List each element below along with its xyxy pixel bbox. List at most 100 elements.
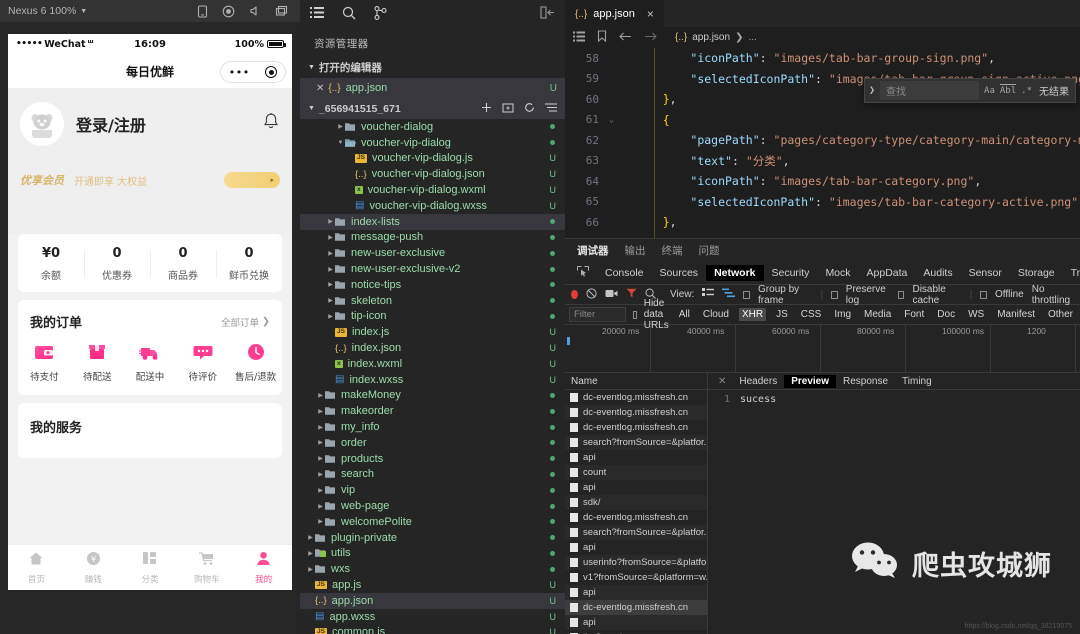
devtools-tab[interactable]: Network: [706, 265, 764, 281]
group-by-frame-checkbox[interactable]: [743, 290, 751, 299]
request-row[interactable]: userinfo?fromSource=&platfo.: [565, 555, 707, 570]
chevron-right-icon[interactable]: ▶: [306, 566, 315, 573]
chevron-right-icon[interactable]: ▶: [316, 518, 325, 525]
chevron-right-icon[interactable]: ▶: [316, 392, 325, 399]
breadcrumb-trail[interactable]: ...: [748, 32, 756, 43]
request-row[interactable]: dc-eventlog.missfresh.cn: [565, 420, 707, 435]
tree-item[interactable]: ▶ welcomePolite: [300, 514, 565, 530]
request-row[interactable]: api: [565, 450, 707, 465]
outline-icon[interactable]: [573, 31, 585, 45]
request-row[interactable]: api: [565, 585, 707, 600]
record-icon[interactable]: [222, 5, 235, 18]
tree-item[interactable]: ▶ notice-tips: [300, 277, 565, 293]
hide-data-urls-checkbox[interactable]: [633, 310, 637, 319]
code-line[interactable]: 62 "pagePath": "pages/category-type/cate…: [565, 130, 1080, 151]
devtools-tab[interactable]: Sensor: [961, 265, 1010, 281]
chevron-right-icon[interactable]: ▶: [306, 550, 315, 557]
tree-item[interactable]: ▶ message-push: [300, 230, 565, 246]
tree-item[interactable]: ▶ vip: [300, 482, 565, 498]
collapse-all-icon[interactable]: [545, 102, 557, 116]
tree-item[interactable]: ▶ makeorder: [300, 403, 565, 419]
preserve-log-checkbox[interactable]: [831, 290, 838, 299]
request-row[interactable]: api: [565, 540, 707, 555]
resource-type-filter[interactable]: Img: [831, 308, 854, 321]
vip-banner[interactable]: 优享会员 开通即享 大权益 ▸: [20, 172, 280, 188]
resource-type-filter[interactable]: CSS: [798, 308, 825, 321]
open-editors-section[interactable]: ▼ 打开的编辑器: [300, 57, 565, 78]
tree-item[interactable]: ▼ voucher-vip-dialog: [300, 135, 565, 151]
tree-item[interactable]: ▶ skeleton: [300, 293, 565, 309]
stat-item[interactable]: ¥0 余额: [18, 246, 84, 282]
debug-panel-tab[interactable]: 调试器: [577, 243, 609, 258]
chevron-right-icon[interactable]: ▶: [306, 534, 315, 541]
tabbar-item-earn[interactable]: ¥ 赚钱: [65, 545, 122, 590]
tree-item[interactable]: ▤ voucher-vip-dialog.wxss U: [300, 198, 565, 214]
tree-item[interactable]: JS app.js U: [300, 577, 565, 593]
tree-item[interactable]: {..} index.json U: [300, 340, 565, 356]
filter-input[interactable]: Filter: [569, 307, 627, 322]
resource-type-filter[interactable]: Other: [1045, 308, 1076, 321]
request-row[interactable]: listQuestion: [565, 630, 707, 634]
refresh-icon[interactable]: [524, 102, 535, 116]
waterfall-icon[interactable]: [722, 288, 736, 301]
fold-toggle-icon[interactable]: ⌄: [609, 115, 623, 124]
code-line[interactable]: 67⌄ {: [565, 233, 1080, 238]
request-row[interactable]: v1?fromSource=&platform=w.: [565, 570, 707, 585]
resource-type-filter[interactable]: Font: [901, 308, 927, 321]
chevron-right-icon[interactable]: ▶: [326, 234, 335, 241]
devtools-tab[interactable]: Sources: [652, 265, 707, 281]
sound-icon[interactable]: [249, 5, 261, 17]
tree-item[interactable]: ▶ web-page: [300, 498, 565, 514]
list-icon[interactable]: [310, 6, 324, 22]
target-icon[interactable]: [265, 66, 278, 78]
chevron-right-icon[interactable]: ▶: [336, 123, 345, 130]
match-case-icon[interactable]: Aa: [984, 86, 995, 96]
code-line[interactable]: 61 ⌄ {: [565, 110, 1080, 131]
code-line[interactable]: 63 "text": "分类",: [565, 151, 1080, 172]
tree-item[interactable]: ▶ new-user-exclusive: [300, 245, 565, 261]
tree-item[interactable]: ▶ order: [300, 435, 565, 451]
detail-tab[interactable]: Timing: [895, 375, 939, 388]
chevron-right-icon[interactable]: ▶: [326, 297, 335, 304]
tabbar-item-category[interactable]: 分类: [122, 545, 179, 590]
resource-type-filter[interactable]: Cloud: [700, 308, 732, 321]
tree-item[interactable]: ▤ index.wxss U: [300, 372, 565, 388]
devtools-tab[interactable]: AppData: [859, 265, 916, 281]
request-row[interactable]: dc-eventlog.missfresh.cn: [565, 390, 707, 405]
tree-item[interactable]: ▶ voucher-dialog: [300, 119, 565, 135]
code-line[interactable]: 58 "iconPath": "images/tab-bar-group-sig…: [565, 48, 1080, 69]
stat-item[interactable]: 0 商品券: [150, 246, 216, 282]
code-line[interactable]: 64 "iconPath": "images/tab-bar-category.…: [565, 171, 1080, 192]
tabbar-item-cart[interactable]: 购物车: [178, 545, 235, 590]
expand-find-icon[interactable]: ❯: [869, 85, 875, 96]
tree-item[interactable]: ▶ wxs: [300, 561, 565, 577]
chevron-right-icon[interactable]: ▶: [316, 408, 325, 415]
device-selector-label[interactable]: Nexus 6 100%: [8, 5, 76, 17]
forward-arrow-icon[interactable]: [644, 31, 657, 45]
resource-type-filter[interactable]: Media: [861, 308, 894, 321]
phone-icon[interactable]: [197, 4, 208, 18]
login-register-button[interactable]: 登录/注册: [76, 112, 146, 136]
back-arrow-icon[interactable]: [619, 31, 632, 45]
list-view-icon[interactable]: [702, 288, 715, 301]
bookmark-icon[interactable]: [597, 30, 607, 45]
open-editor-file[interactable]: ✕ {..} app.json U: [300, 78, 565, 98]
resource-type-filter[interactable]: Doc: [934, 308, 958, 321]
chevron-right-icon[interactable]: ▶: [316, 455, 325, 462]
chevron-right-icon[interactable]: ▶: [316, 439, 325, 446]
breadcrumb-file[interactable]: app.json: [692, 32, 730, 43]
offline-checkbox[interactable]: [980, 290, 988, 299]
use-regex-icon[interactable]: .*: [1021, 86, 1032, 96]
order-status-item[interactable]: 待配送: [71, 341, 124, 383]
request-row[interactable]: api: [565, 615, 707, 630]
devtools-tab[interactable]: Security: [764, 265, 818, 281]
bell-icon[interactable]: [262, 112, 280, 136]
find-widget[interactable]: ❯ 查找 Aa Abl .* 无结果: [864, 78, 1076, 103]
request-row[interactable]: sdk/: [565, 495, 707, 510]
editor-tab-app-json[interactable]: {..} app.json ×: [565, 0, 664, 27]
tree-item[interactable]: ▶ tip-icon: [300, 309, 565, 325]
window-icon[interactable]: [275, 5, 288, 17]
code-line[interactable]: 65 "selectedIconPath": "images/tab-bar-c…: [565, 192, 1080, 213]
order-status-item[interactable]: 待支付: [18, 341, 71, 383]
resource-type-filter[interactable]: WS: [965, 308, 987, 321]
